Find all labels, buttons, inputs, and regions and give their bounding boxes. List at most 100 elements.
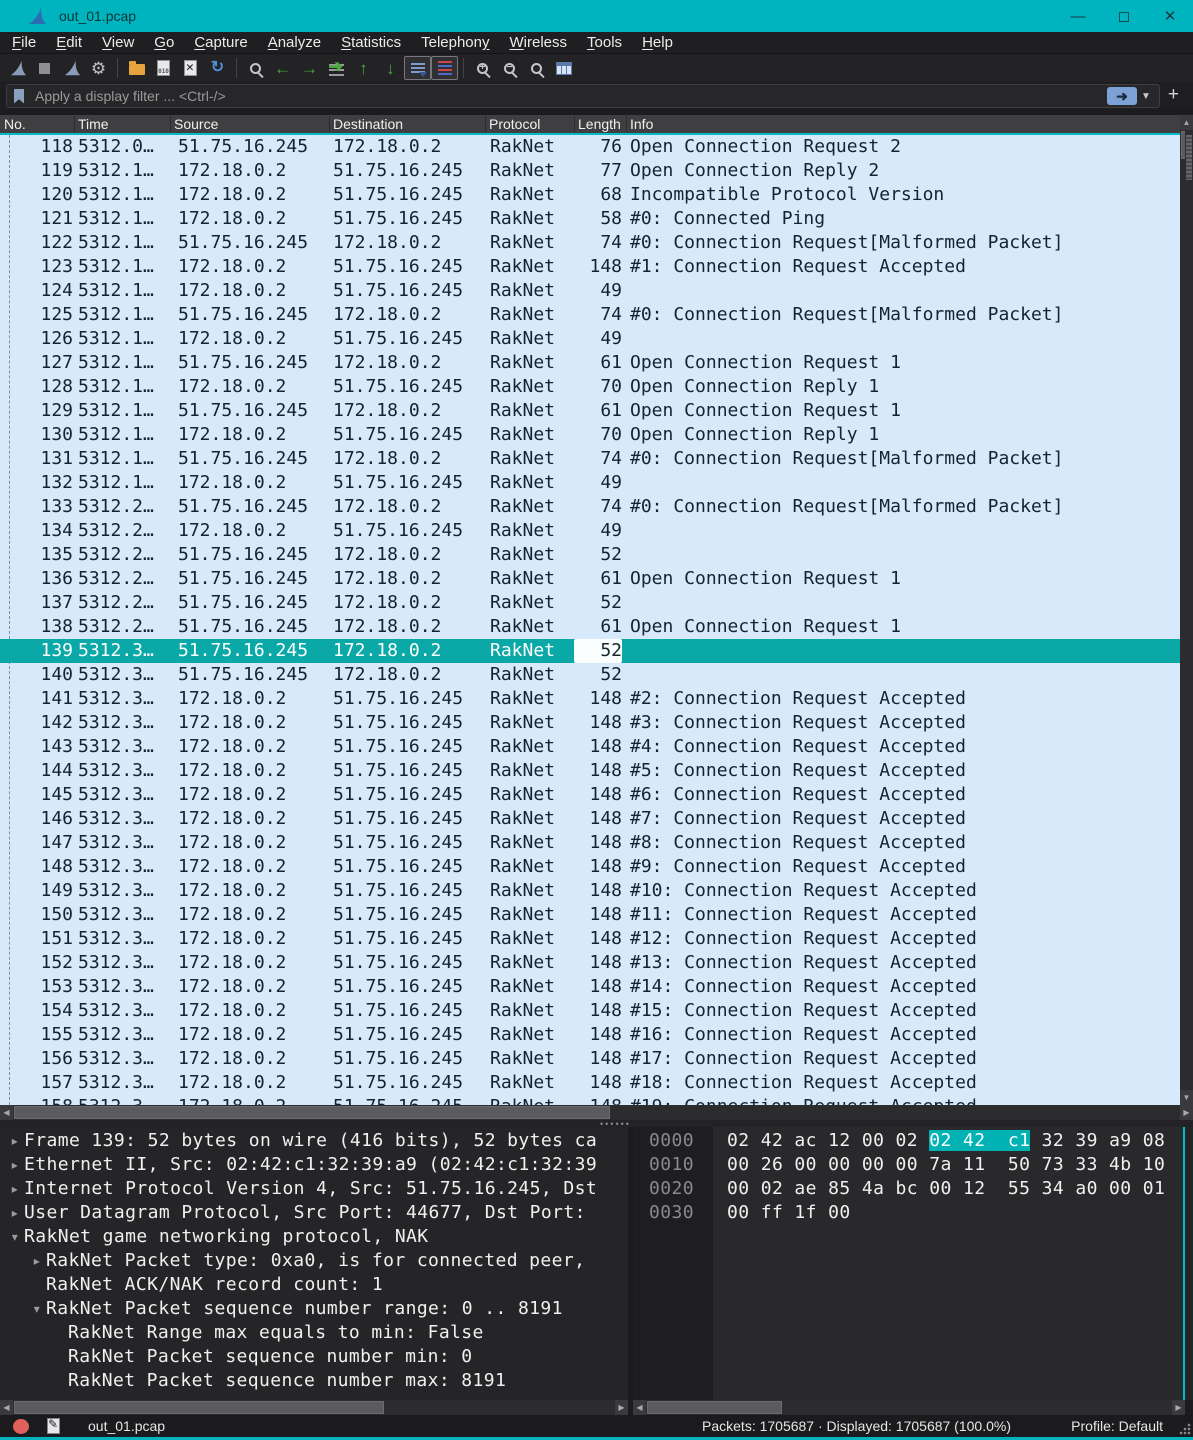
hex-row[interactable]: 003000 ff 1f 00 bbox=[633, 1201, 1183, 1225]
expander-closed-icon[interactable]: ▸ bbox=[28, 1249, 46, 1273]
open-file-icon[interactable] bbox=[123, 56, 150, 80]
expander-closed-icon[interactable]: ▸ bbox=[6, 1153, 24, 1177]
packet-row[interactable]: 1335312.2…51.75.16.245172.18.0.2RakNet74… bbox=[0, 495, 1180, 519]
details-horizontal-scrollbar[interactable]: ◀ ▶ bbox=[0, 1400, 628, 1415]
stop-capture-icon[interactable] bbox=[31, 56, 58, 80]
packet-row[interactable]: 1575312.3…172.18.0.251.75.16.245RakNet14… bbox=[0, 1071, 1180, 1095]
packet-list-horizontal-scrollbar[interactable]: ◀ ▶ bbox=[0, 1105, 1193, 1120]
packet-row[interactable]: 1425312.3…172.18.0.251.75.16.245RakNet14… bbox=[0, 711, 1180, 735]
apply-filter-button[interactable]: ➜ bbox=[1107, 87, 1137, 105]
packet-row[interactable]: 1545312.3…172.18.0.251.75.16.245RakNet14… bbox=[0, 999, 1180, 1023]
expert-info-icon[interactable] bbox=[13, 1419, 29, 1434]
packet-row[interactable]: 1325312.1…172.18.0.251.75.16.245RakNet49 bbox=[0, 471, 1180, 495]
hex-row[interactable]: 001000 26 00 00 00 00 7a 11 50 73 33 4b … bbox=[633, 1153, 1183, 1177]
close-file-icon[interactable]: ✕ bbox=[177, 56, 204, 80]
packet-row[interactable]: 1275312.1…51.75.16.245172.18.0.2RakNet61… bbox=[0, 351, 1180, 375]
go-forward-icon[interactable]: → bbox=[296, 56, 323, 80]
expander-open-icon[interactable]: ▾ bbox=[28, 1297, 46, 1321]
column-header-time[interactable]: Time bbox=[78, 115, 109, 133]
packet-row[interactable]: 1585312.3…172.18.0.251.75.16.245RakNet14… bbox=[0, 1095, 1180, 1105]
detail-tree-item[interactable]: ▸RakNet Packet type: 0xa0, is for connec… bbox=[0, 1249, 628, 1273]
packet-row[interactable]: 1565312.3…172.18.0.251.75.16.245RakNet14… bbox=[0, 1047, 1180, 1071]
detail-tree-item[interactable]: RakNet Packet sequence number max: 8191 bbox=[0, 1369, 628, 1393]
packet-row[interactable]: 1465312.3…172.18.0.251.75.16.245RakNet14… bbox=[0, 807, 1180, 831]
scroll-up-arrow[interactable]: ▲ bbox=[1180, 115, 1193, 130]
menu-item-capture[interactable]: Capture bbox=[186, 34, 255, 51]
packet-row[interactable]: 1305312.1…172.18.0.251.75.16.245RakNet70… bbox=[0, 423, 1180, 447]
packet-row[interactable]: 1205312.1…172.18.0.251.75.16.245RakNet68… bbox=[0, 183, 1180, 207]
column-separator[interactable] bbox=[329, 116, 330, 132]
column-header-source[interactable]: Source bbox=[174, 115, 218, 133]
packet-row[interactable]: 1215312.1…172.18.0.251.75.16.245RakNet58… bbox=[0, 207, 1180, 231]
detail-tree-item[interactable]: RakNet Range max equals to min: False bbox=[0, 1321, 628, 1345]
add-filter-button[interactable]: + bbox=[1160, 84, 1187, 108]
capture-options-icon[interactable]: ⚙ bbox=[85, 56, 112, 80]
find-packet-icon[interactable] bbox=[242, 56, 269, 80]
scroll-right-arrow[interactable]: ▶ bbox=[615, 1400, 628, 1415]
bookmark-icon[interactable] bbox=[14, 89, 24, 104]
packet-row[interactable]: 1295312.1…51.75.16.245172.18.0.2RakNet61… bbox=[0, 399, 1180, 423]
save-file-icon[interactable]: 010 bbox=[150, 56, 177, 80]
packet-row[interactable]: 1235312.1…172.18.0.251.75.16.245RakNet14… bbox=[0, 255, 1180, 279]
expander-closed-icon[interactable]: ▸ bbox=[6, 1201, 24, 1225]
go-first-packet-icon[interactable]: ↑ bbox=[350, 56, 377, 80]
packet-row[interactable]: 1365312.2…51.75.16.245172.18.0.2RakNet61… bbox=[0, 567, 1180, 591]
column-header-no[interactable]: No. bbox=[4, 115, 26, 133]
go-back-icon[interactable]: ← bbox=[269, 56, 296, 80]
column-header-destination[interactable]: Destination bbox=[333, 115, 403, 133]
expander-closed-icon[interactable]: ▸ bbox=[6, 1177, 24, 1201]
colorize-icon[interactable] bbox=[431, 56, 458, 80]
menu-item-file[interactable]: File bbox=[4, 34, 44, 51]
menu-item-telephony[interactable]: Telephony bbox=[413, 34, 497, 51]
menu-item-tools[interactable]: Tools bbox=[579, 34, 630, 51]
expander-closed-icon[interactable]: ▸ bbox=[6, 1129, 24, 1153]
menu-item-help[interactable]: Help bbox=[634, 34, 681, 51]
zoom-in-icon[interactable]: + bbox=[469, 56, 496, 80]
packet-row[interactable]: 1355312.2…51.75.16.245172.18.0.2RakNet52 bbox=[0, 543, 1180, 567]
packet-row[interactable]: 1455312.3…172.18.0.251.75.16.245RakNet14… bbox=[0, 783, 1180, 807]
minimize-button[interactable]: — bbox=[1055, 0, 1101, 32]
column-header-length[interactable]: Length bbox=[578, 115, 621, 133]
hex-horizontal-scrollbar[interactable]: ◀ ▶ bbox=[633, 1400, 1185, 1415]
menu-item-wireless[interactable]: Wireless bbox=[502, 34, 576, 51]
packet-row[interactable]: 1415312.3…172.18.0.251.75.16.245RakNet14… bbox=[0, 687, 1180, 711]
packet-row[interactable]: 1255312.1…51.75.16.245172.18.0.2RakNet74… bbox=[0, 303, 1180, 327]
packet-row[interactable]: 1525312.3…172.18.0.251.75.16.245RakNet14… bbox=[0, 951, 1180, 975]
column-separator[interactable] bbox=[74, 116, 75, 132]
scroll-left-arrow[interactable]: ◀ bbox=[633, 1400, 646, 1415]
resize-grip[interactable] bbox=[1179, 1423, 1191, 1435]
go-last-packet-icon[interactable]: ↓ bbox=[377, 56, 404, 80]
zoom-out-icon[interactable]: − bbox=[496, 56, 523, 80]
start-capture-icon[interactable] bbox=[4, 56, 31, 80]
detail-tree-item[interactable]: ▸User Datagram Protocol, Src Port: 44677… bbox=[0, 1201, 628, 1225]
reload-file-icon[interactable]: ↻ bbox=[204, 56, 231, 80]
packet-row[interactable]: 1485312.3…172.18.0.251.75.16.245RakNet14… bbox=[0, 855, 1180, 879]
scroll-right-arrow[interactable]: ▶ bbox=[1172, 1400, 1185, 1415]
detail-tree-item[interactable]: ▸Internet Protocol Version 4, Src: 51.75… bbox=[0, 1177, 628, 1201]
display-filter-input[interactable]: Apply a display filter ... <Ctrl-/> ➜ ▼ bbox=[6, 84, 1160, 108]
packet-row[interactable]: 1515312.3…172.18.0.251.75.16.245RakNet14… bbox=[0, 927, 1180, 951]
packet-row[interactable]: 1265312.1…172.18.0.251.75.16.245RakNet49 bbox=[0, 327, 1180, 351]
packet-row[interactable]: 1185312.0…51.75.16.245172.18.0.2RakNet76… bbox=[0, 135, 1180, 159]
packet-row[interactable]: 1495312.3…172.18.0.251.75.16.245RakNet14… bbox=[0, 879, 1180, 903]
zoom-reset-icon[interactable] bbox=[523, 56, 550, 80]
scroll-thumb[interactable] bbox=[14, 1106, 610, 1119]
detail-tree-item[interactable]: RakNet Packet sequence number min: 0 bbox=[0, 1345, 628, 1369]
expander-open-icon[interactable]: ▾ bbox=[6, 1225, 24, 1249]
column-header-protocol[interactable]: Protocol bbox=[489, 115, 540, 133]
close-button[interactable]: ✕ bbox=[1147, 0, 1193, 32]
menu-item-analyze[interactable]: Analyze bbox=[260, 34, 329, 51]
packet-row[interactable]: 1475312.3…172.18.0.251.75.16.245RakNet14… bbox=[0, 831, 1180, 855]
packet-row[interactable]: 1225312.1…51.75.16.245172.18.0.2RakNet74… bbox=[0, 231, 1180, 255]
scroll-thumb[interactable] bbox=[647, 1401, 782, 1414]
menu-item-view[interactable]: View bbox=[94, 34, 142, 51]
detail-tree-item[interactable]: ▸Frame 139: 52 bytes on wire (416 bits),… bbox=[0, 1129, 628, 1153]
title-bar[interactable]: out_01.pcap —◻✕ bbox=[0, 0, 1193, 32]
packet-row[interactable]: 1555312.3…172.18.0.251.75.16.245RakNet14… bbox=[0, 1023, 1180, 1047]
scroll-down-arrow[interactable]: ▼ bbox=[1180, 1090, 1193, 1105]
filter-dropdown-caret[interactable]: ▼ bbox=[1141, 91, 1151, 102]
detail-tree-item[interactable]: ▾RakNet game networking protocol, NAK bbox=[0, 1225, 628, 1249]
resize-columns-icon[interactable] bbox=[550, 56, 577, 80]
menu-item-statistics[interactable]: Statistics bbox=[333, 34, 409, 51]
menu-item-edit[interactable]: Edit bbox=[48, 34, 90, 51]
